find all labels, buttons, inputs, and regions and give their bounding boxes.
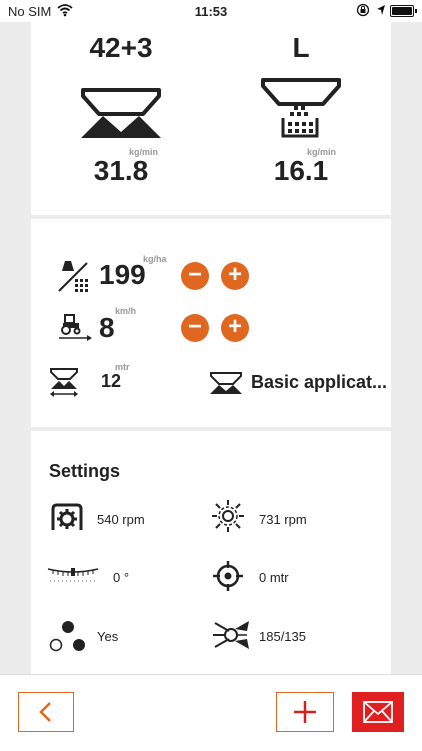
chevron-left-icon	[39, 702, 51, 722]
speed-unit: km/h	[115, 306, 137, 316]
vane-set-value: 185/135	[259, 629, 306, 644]
particles-icon	[49, 621, 85, 652]
battery-icon	[390, 5, 417, 17]
application-rate-value: 199	[99, 259, 146, 290]
width-value: 12	[101, 371, 122, 391]
vane-set-icon	[213, 621, 249, 649]
hopper-calibration-icon	[261, 78, 341, 138]
vanes-value: Yes	[97, 629, 119, 644]
speed-decrease-button[interactable]: −	[181, 314, 209, 342]
hopper-spread-icon	[81, 88, 161, 138]
angle-scale-icon	[47, 568, 99, 582]
application-rate-unit: kg/ha	[143, 254, 167, 264]
controls-card: 199 kg/ha − + 8 km/h − + 12 mtr Basic ap…	[31, 219, 391, 427]
target-crosshair-icon	[213, 561, 243, 591]
width-unit: mtr	[115, 362, 130, 372]
right-mode-value: L	[292, 32, 310, 63]
rotation-lock-icon	[356, 3, 370, 17]
application-type-icon	[210, 372, 242, 394]
right-flow-value: 16.1	[273, 155, 329, 186]
location-icon	[377, 5, 385, 15]
bottom-toolbar	[0, 674, 422, 751]
rate-increase-button[interactable]: +	[221, 262, 249, 290]
disc-speed-value: 731 rpm	[259, 512, 307, 527]
plus-icon	[294, 701, 316, 723]
spinning-disc-icon	[212, 500, 244, 532]
rate-decrease-button[interactable]: −	[181, 262, 209, 290]
back-button[interactable]	[18, 692, 74, 732]
mail-button[interactable]	[352, 692, 404, 732]
speed-value: 8	[99, 312, 115, 343]
angle-value: 0 °	[113, 570, 130, 585]
pto-speed-value: 540 rpm	[97, 512, 145, 527]
flow-card: 42+3 L kg/min kg/min 31.8 16.1	[31, 22, 391, 215]
add-button[interactable]	[276, 692, 334, 732]
application-rate-icon	[58, 261, 88, 292]
pto-gear-icon	[51, 503, 83, 530]
application-type-label[interactable]: Basic applicat...	[251, 372, 387, 393]
tractor-speed-icon	[59, 314, 92, 341]
settings-title: Settings	[49, 461, 121, 481]
left-flow-value: 31.8	[93, 155, 149, 186]
offset-value: 0 mtr	[259, 570, 289, 585]
left-mode-value: 42+3	[89, 32, 153, 63]
speed-increase-button[interactable]: +	[221, 314, 249, 342]
envelope-icon	[363, 701, 393, 723]
working-width-icon	[50, 368, 78, 397]
status-bar: No SIM 11:53	[0, 0, 422, 22]
settings-card: Settings 540 rpm 731 rpm 0 ° 0 mtr Yes 1…	[31, 431, 391, 686]
